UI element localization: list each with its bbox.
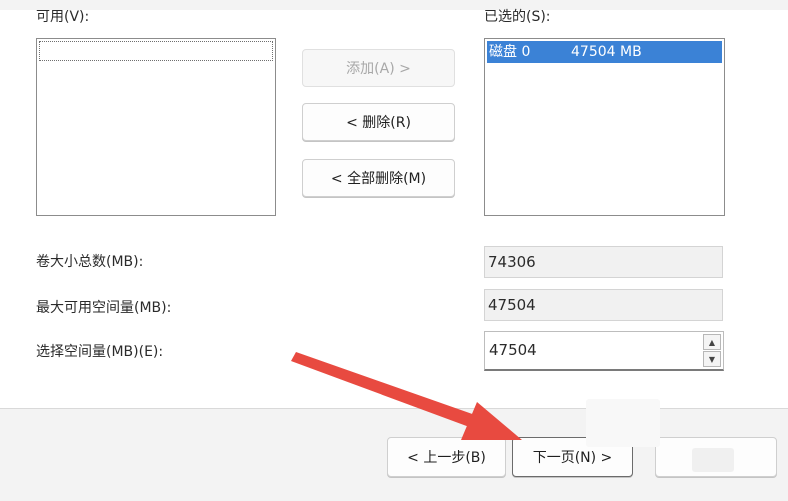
arrow-shaft <box>291 352 478 428</box>
arrow-head <box>461 402 522 440</box>
annotation-arrow <box>291 352 522 440</box>
